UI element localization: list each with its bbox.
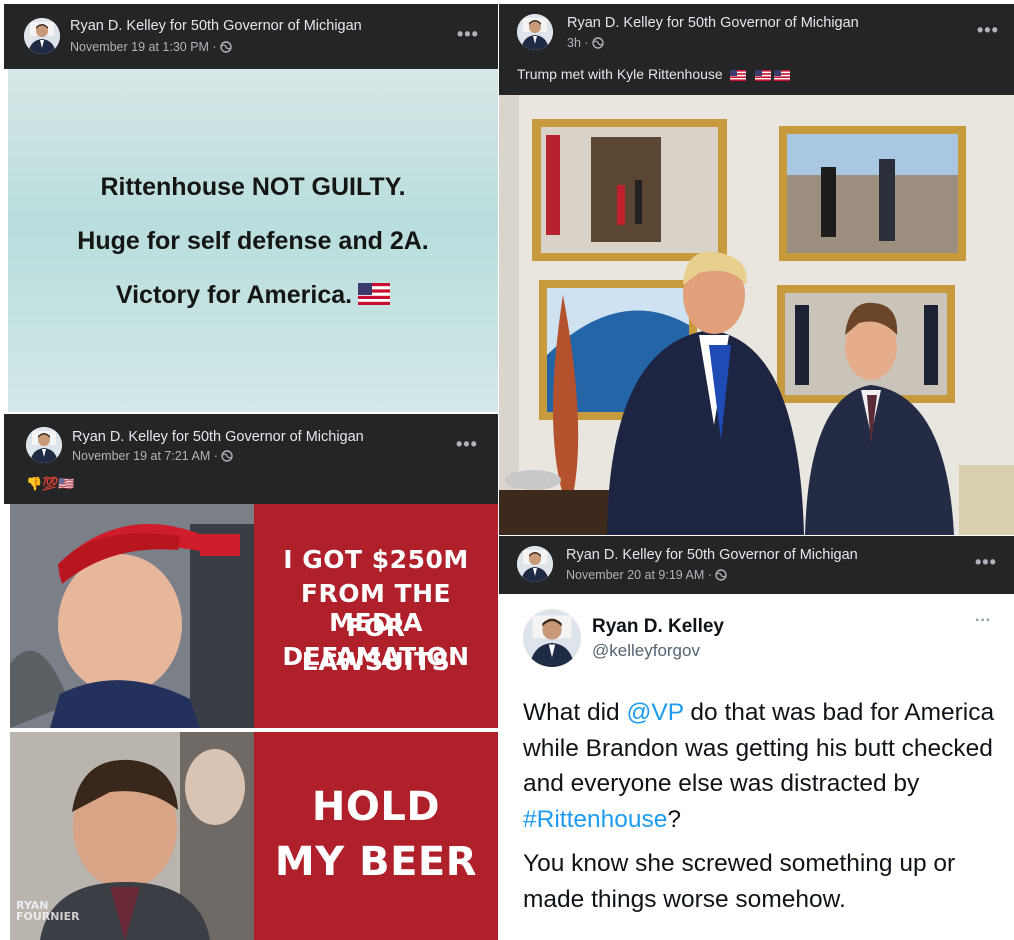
post-menu-button[interactable]: ••• <box>457 24 479 45</box>
meme-bottom-line-2: MY BEER <box>274 839 478 885</box>
meme-image[interactable]: I GOT $250M FROM THE MEDIA FOR DEFAMATIO… <box>10 504 498 940</box>
author-avatar[interactable] <box>24 18 60 54</box>
post-timestamp[interactable]: November 20 at 9:19 AM · <box>566 568 727 582</box>
tweet-text-paragraph-1: What did @VP do that was bad for America… <box>523 695 998 837</box>
post-menu-button[interactable]: ••• <box>456 434 478 455</box>
caption-text: Trump met with Kyle Rittenhouse <box>517 66 723 82</box>
timestamp-text: November 19 at 7:21 AM · <box>72 449 222 463</box>
tweet-display-name[interactable]: Ryan D. Kelley <box>592 616 724 638</box>
post-tweet-screenshot: Ryan D. Kelley for 50th Governor of Mich… <box>499 536 1014 940</box>
author-name[interactable]: Ryan D. Kelley for 50th Governor of Mich… <box>72 429 364 445</box>
card-line-3-text: Victory for America. <box>115 281 353 309</box>
post-trump-rittenhouse: Ryan D. Kelley for 50th Governor of Mich… <box>499 4 1014 535</box>
post-timestamp[interactable]: November 19 at 1:30 PM · <box>70 40 232 54</box>
tweet-avatar-image <box>523 609 581 667</box>
post-menu-button[interactable]: ••• <box>975 552 997 573</box>
post-timestamp[interactable]: 3h · <box>567 36 604 50</box>
author-name[interactable]: Ryan D. Kelley for 50th Governor of Mich… <box>567 15 859 31</box>
avatar-image <box>26 427 62 463</box>
post-caption: Trump met with Kyle Rittenhouse <box>517 66 790 82</box>
us-flag-icon <box>774 70 790 81</box>
timestamp-text: 3h · <box>567 36 593 50</box>
author-avatar[interactable] <box>517 14 553 50</box>
author-name[interactable]: Ryan D. Kelley for 50th Governor of Mich… <box>70 18 362 34</box>
post-meme: Ryan D. Kelley for 50th Governor of Mich… <box>4 414 498 940</box>
mention-link[interactable]: @VP <box>627 699 684 726</box>
tweet-text: ? <box>667 805 682 833</box>
timestamp-text: November 20 at 9:19 AM · <box>566 568 716 582</box>
us-flag-icon <box>755 70 771 81</box>
meme-bottom-line-1: HOLD <box>311 784 441 830</box>
card-line-2: Huge for self defense and 2A. <box>77 227 429 255</box>
text-card: Rittenhouse NOT GUILTY. Huge for self de… <box>8 69 498 412</box>
meme-panel-top: I GOT $250M FROM THE MEDIA FOR DEFAMATIO… <box>254 504 498 728</box>
meme-top-line-1: I GOT $250M <box>283 545 469 574</box>
card-line-1: Rittenhouse NOT GUILTY. <box>100 173 406 201</box>
meme-photo-top <box>10 504 254 728</box>
tweet-text: What did <box>523 699 627 726</box>
post-photo[interactable] <box>499 95 1014 535</box>
avatar-image <box>517 546 553 582</box>
post-caption-emoji: 👎💯🇺🇸 <box>26 476 75 491</box>
post-header: Ryan D. Kelley for 50th Governor of Mich… <box>4 4 498 69</box>
post-header: Ryan D. Kelley for 50th Governor of Mich… <box>499 536 1014 594</box>
timestamp-text: November 19 at 1:30 PM · <box>70 40 221 54</box>
post-header: Ryan D. Kelley for 50th Governor of Mich… <box>499 4 1014 95</box>
author-name[interactable]: Ryan D. Kelley for 50th Governor of Mich… <box>566 547 858 563</box>
meme-top-line-4: LAWSUITS <box>301 647 451 676</box>
post-rittenhouse-verdict: Ryan D. Kelley for 50th Governor of Mich… <box>4 4 498 412</box>
hashtag-link[interactable]: #Rittenhouse <box>523 806 667 833</box>
globe-icon <box>220 41 232 53</box>
avatar-image <box>24 18 60 54</box>
card-line-3: Victory for America. <box>8 281 498 310</box>
us-flag-icon <box>730 70 746 81</box>
meme-panel-bottom: HOLD MY BEER <box>254 732 498 940</box>
author-avatar[interactable] <box>26 427 62 463</box>
avatar-image <box>517 14 553 50</box>
watermark: RYAN FOURNIER <box>16 899 80 923</box>
us-flag-icon <box>358 283 390 305</box>
tweet-handle[interactable]: @kelleyforgov <box>592 641 700 661</box>
tweet-menu-button[interactable]: ··· <box>975 612 991 630</box>
globe-icon <box>221 450 233 462</box>
post-header: Ryan D. Kelley for 50th Governor of Mich… <box>4 414 498 504</box>
globe-icon <box>715 569 727 581</box>
tweet-card[interactable]: Ryan D. Kelley @kelleyforgov ··· What di… <box>499 594 1014 940</box>
author-avatar[interactable] <box>517 546 553 582</box>
tweet-avatar[interactable] <box>523 609 581 667</box>
tweet-text-paragraph-2: You know she screwed something up or mad… <box>523 850 956 913</box>
post-timestamp[interactable]: November 19 at 7:21 AM · <box>72 449 233 463</box>
post-menu-button[interactable]: ••• <box>977 20 999 41</box>
globe-icon <box>592 37 604 49</box>
